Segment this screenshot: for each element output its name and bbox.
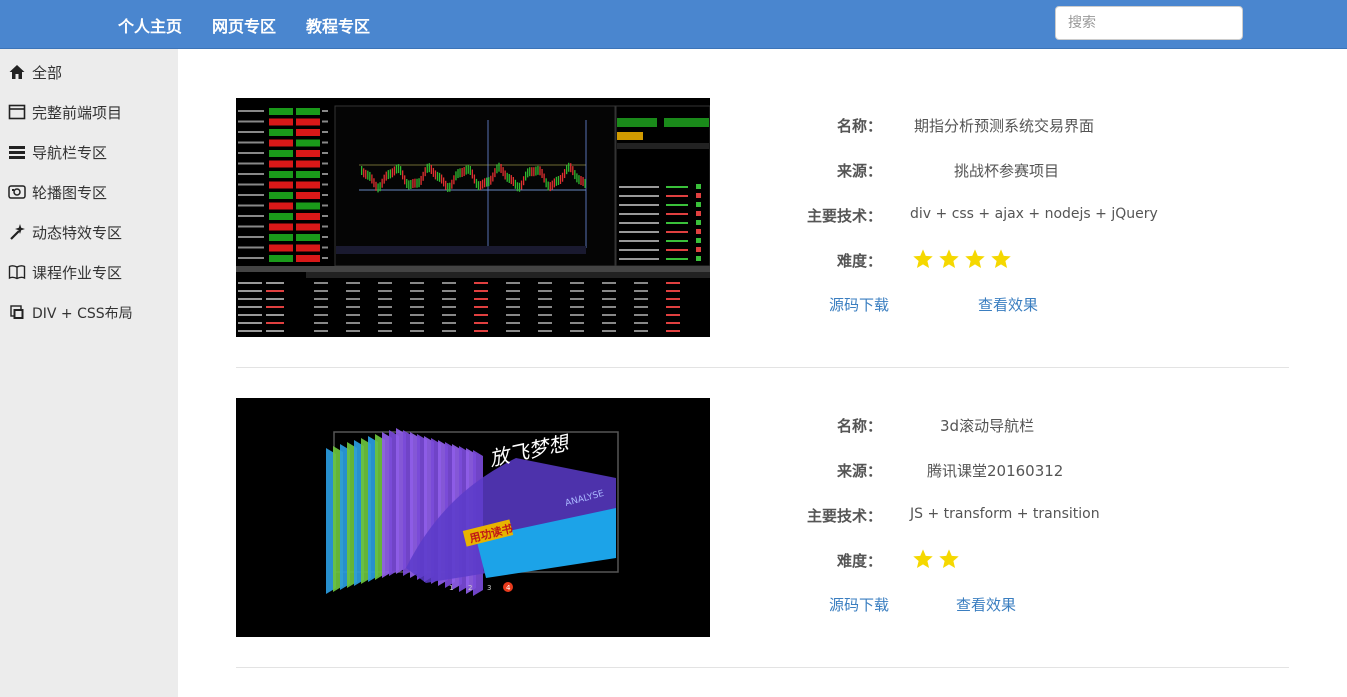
project-1-difficulty-label: 难度： (836, 252, 882, 270)
sidebar-item-carousel[interactable]: 轮播图专区 (8, 181, 107, 203)
sidebar-item-frontend-projects[interactable]: 完整前端项目 (8, 101, 122, 123)
project-2-source: 腾讯课堂20160312 (927, 462, 1064, 480)
sidebar-item-label: 导航栏专区 (32, 143, 108, 162)
nav-web-link[interactable]: 网页专区 (212, 13, 276, 37)
carousel-icon (8, 185, 26, 199)
carousel-dot-3[interactable]: 3 (487, 584, 491, 592)
sidebar-item-label: 轮播图专区 (32, 183, 108, 202)
sidebar-item-all[interactable]: 全部 (8, 61, 62, 83)
nav-home-link[interactable]: 个人主页 (118, 13, 182, 37)
project-2-tech-label: 主要技术： (806, 507, 882, 525)
project-divider (236, 667, 1289, 668)
menu-bars-icon (9, 146, 25, 159)
carousel-dot-1[interactable]: 1 (449, 584, 453, 592)
trading-dashboard-image (236, 98, 710, 337)
project-2-source-label: 来源： (836, 462, 882, 480)
project-screenshot-3d-nav[interactable]: 放飞梦想 ANALYSE 用功读书 1 2 3 4 (236, 398, 710, 637)
sidebar-item-coursework[interactable]: 课程作业专区 (8, 261, 122, 283)
star-icon (913, 549, 933, 568)
project-1-download-link[interactable]: 源码下载 (829, 294, 889, 315)
sidebar: 全部 完整前端项目 导航栏专区 轮播图专区 动态特效专区 课程作业专区 DIV … (0, 49, 178, 697)
project-1-name-label: 名称： (836, 117, 882, 135)
project-1-tech: div + css + ajax + nodejs + jQuery (910, 206, 1158, 222)
project-1-tech-label: 主要技术： (806, 207, 882, 225)
project-1-source-label: 来源： (836, 162, 882, 180)
project-1-source: 挑战杯参赛项目 (954, 162, 1060, 180)
top-navbar: 个人主页 网页专区 教程专区 (0, 0, 1347, 49)
star-icon (913, 249, 933, 268)
home-icon (9, 65, 25, 79)
carousel-dot-4[interactable]: 4 (506, 584, 511, 592)
project-1-preview-link[interactable]: 查看效果 (978, 294, 1038, 315)
sidebar-item-label: 课程作业专区 (32, 263, 123, 282)
project-2-preview-link[interactable]: 查看效果 (956, 594, 1016, 615)
project-screenshot-trading[interactable] (236, 98, 710, 337)
sidebar-item-label: DIV + CSS布局 (32, 306, 133, 322)
carousel-dot-2[interactable]: 2 (468, 584, 472, 592)
sidebar-item-label: 完整前端项目 (32, 103, 123, 122)
star-icon (965, 249, 985, 268)
sidebar-item-label: 动态特效专区 (32, 223, 123, 242)
project-2-name: 3d滚动导航栏 (940, 417, 1035, 435)
project-divider (236, 367, 1289, 368)
project-2-name-label: 名称： (836, 417, 882, 435)
star-icon (939, 249, 959, 268)
search-input[interactable] (1055, 6, 1243, 40)
sidebar-item-label: 全部 (32, 63, 63, 82)
project-2-difficulty-label: 难度： (836, 552, 882, 570)
sidebar-item-navbar[interactable]: 导航栏专区 (8, 141, 107, 163)
sidebar-item-div-css[interactable]: DIV + CSS布局 (8, 302, 133, 324)
book-icon (8, 265, 26, 280)
sidebar-item-effects[interactable]: 动态特效专区 (8, 221, 122, 243)
3d-nav-banner-image: 放飞梦想 ANALYSE 用功读书 1 2 3 4 (236, 398, 710, 637)
browser-window-icon (8, 104, 26, 120)
star-icon (991, 249, 1011, 268)
star-icon (939, 549, 959, 568)
magic-wand-icon (10, 224, 25, 240)
project-2-tech: JS + transform + transition (910, 506, 1100, 522)
project-2-download-link[interactable]: 源码下载 (829, 594, 889, 615)
layers-icon (10, 305, 24, 319)
project-1-name: 期指分析预测系统交易界面 (914, 117, 1095, 135)
project-2-difficulty-stars (912, 548, 964, 570)
nav-tutorial-link[interactable]: 教程专区 (306, 13, 370, 37)
project-1-difficulty-stars (912, 248, 1016, 270)
